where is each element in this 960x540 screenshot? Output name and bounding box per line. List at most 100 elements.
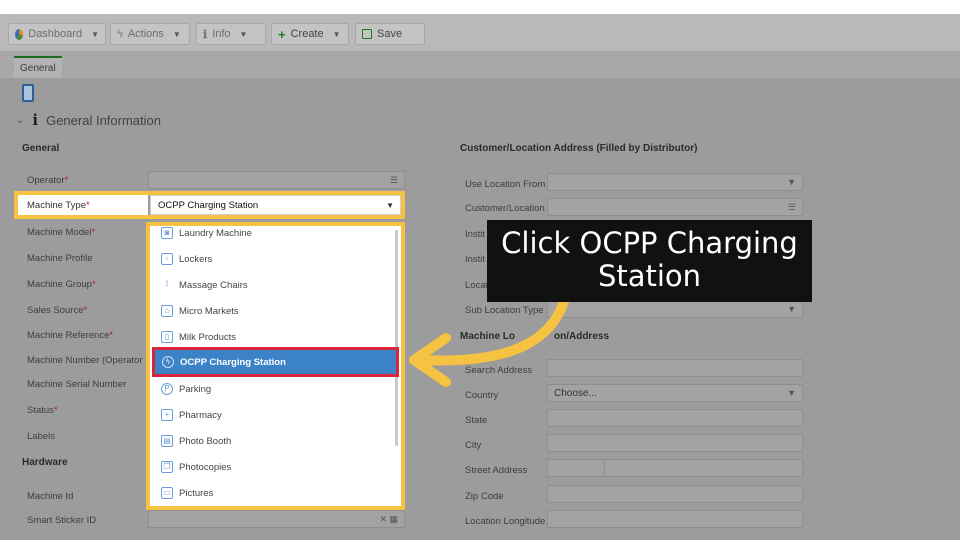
chevron-down-icon: ⌄ [16, 114, 25, 126]
machine-device-icon [22, 84, 34, 102]
sub-location-type-select[interactable]: ▼ [547, 300, 803, 318]
section-header[interactable]: ⌄ i General Information [16, 111, 161, 129]
actions-label: Actions [127, 28, 164, 40]
info-icon: i [32, 111, 39, 129]
street-address-input[interactable] [604, 459, 803, 477]
washing-machine-icon: ◙ [161, 227, 173, 239]
institution-type-label: Instit [465, 254, 486, 265]
option-label: Photocopies [179, 461, 232, 473]
machine-type-label: Machine Type * [18, 195, 148, 215]
use-location-from-select[interactable]: ▼ [547, 173, 803, 191]
state-input[interactable] [547, 409, 803, 427]
option-lockers[interactable]: ▫ Lockers [154, 246, 397, 272]
picture-icon: ▭ [161, 487, 173, 499]
option-ocpp-charging-station[interactable]: ϟ OCPP Charging Station [152, 347, 399, 377]
tab-bar: General [0, 52, 960, 78]
lightning-icon: ϟ [117, 28, 123, 40]
top-strip [0, 0, 960, 14]
option-label: Pharmacy [179, 409, 222, 421]
customer-location-heading: Customer/Location Address (Filled by Dis… [460, 143, 698, 154]
create-label: Create [290, 28, 324, 40]
option-label: Pictures [179, 487, 214, 499]
chair-icon: ⟟ [165, 279, 169, 288]
option-pharmacy[interactable]: + Pharmacy [154, 402, 397, 428]
film-icon: ▤ [161, 435, 173, 447]
city-input[interactable] [547, 434, 803, 452]
chevron-down-icon: ▼ [239, 29, 248, 39]
option-label: Massage Chairs [179, 279, 248, 291]
chevron-down-icon: ▼ [172, 29, 181, 39]
customer-location-input[interactable]: ☰ [547, 198, 803, 216]
machine-group-label: Machine Group* [27, 279, 96, 290]
clear-and-qr-icon: ✕ ▦ [379, 513, 398, 524]
machine-type-select[interactable]: OCPP Charging Station ▼ [150, 195, 401, 215]
plus-icon: + [278, 26, 286, 42]
chevron-down-icon: ▼ [787, 177, 796, 187]
machine-id-label: Machine Id [27, 491, 74, 502]
pharmacy-icon: + [161, 409, 173, 421]
hardware-heading: Hardware [22, 457, 68, 468]
status-label: Status* [27, 405, 58, 416]
location-longitude-input[interactable] [547, 510, 803, 528]
machine-reference-label: Machine Reference* [27, 330, 114, 341]
machine-number-label: Machine Number (Operator [27, 355, 143, 366]
actions-button[interactable]: ϟ Actions ▼ [110, 23, 190, 45]
callout-line-1: Click OCPP Charging [501, 226, 798, 260]
option-massage-chairs[interactable]: ⟟ Massage Chairs [154, 272, 397, 298]
section-title: General Information [46, 112, 161, 128]
instruction-callout: Click OCPP Charging Station [487, 220, 812, 302]
customer-location-label: Customer/Location [465, 203, 545, 214]
chevron-down-icon: ▼ [787, 388, 796, 398]
info-icon: ℹ [203, 28, 208, 41]
option-photocopies[interactable]: ❐ Photocopies [154, 454, 397, 480]
labels-label: Labels [27, 431, 55, 442]
search-address-input[interactable] [547, 359, 803, 377]
general-heading: General [22, 143, 60, 154]
zip-code-label: Zip Code [465, 491, 504, 502]
save-button[interactable]: Save [355, 23, 425, 45]
chevron-down-icon: ▼ [386, 200, 394, 210]
option-label: Milk Products [179, 331, 237, 343]
shop-icon: ⌂ [161, 305, 173, 317]
info-button[interactable]: ℹ Info ▼ [196, 23, 266, 45]
copies-icon: ❐ [161, 461, 173, 473]
option-label: Parking [179, 383, 212, 395]
option-label: Lockers [179, 253, 213, 265]
operator-label: Operator* [27, 175, 69, 186]
floppy-disk-icon [362, 29, 372, 39]
machine-profile-label: Machine Profile [27, 253, 93, 264]
zip-code-input[interactable] [547, 485, 803, 503]
create-button[interactable]: + Create ▼ [271, 23, 349, 45]
option-parking[interactable]: P Parking [154, 376, 397, 402]
info-label: Info [212, 28, 231, 40]
charging-station-icon: ϟ [162, 356, 174, 368]
tab-general-label: General [20, 62, 56, 74]
location-longitude-label: Location Longitude [465, 516, 546, 527]
smart-sticker-input[interactable]: ✕ ▦ [148, 510, 405, 528]
option-label: Photo Booth [179, 435, 232, 447]
option-micro-markets[interactable]: ⌂ Micro Markets [154, 298, 397, 324]
parking-pin-icon: P [161, 383, 173, 395]
machine-model-label: Machine Model* [27, 227, 96, 238]
machine-type-value: OCPP Charging Station [158, 199, 259, 211]
option-label: Micro Markets [179, 305, 239, 317]
city-label: City [465, 440, 482, 451]
operator-input[interactable]: ☰ [148, 171, 405, 189]
list-icon: ☰ [787, 201, 796, 212]
option-pictures[interactable]: ▭ Pictures [154, 480, 397, 506]
save-label: Save [377, 28, 403, 40]
dashboard-icon [15, 28, 24, 40]
state-label: State [465, 415, 488, 426]
street-address-label: Street Address [465, 465, 528, 476]
street-number-input[interactable] [547, 459, 605, 477]
option-label: OCPP Charging Station [180, 356, 286, 368]
tab-general[interactable]: General [14, 56, 62, 78]
country-select[interactable]: Choose... ▼ [547, 384, 803, 402]
option-photo-booth[interactable]: ▤ Photo Booth [154, 428, 397, 454]
machine-type-dropdown: ◙ Laundry Machine ▫ Lockers ⟟ Massage Chair… [146, 222, 405, 510]
chevron-down-icon: ▼ [332, 29, 341, 39]
dashboard-button[interactable]: Dashboard ▼ [8, 23, 106, 45]
use-location-from-label: Use Location From [465, 179, 546, 190]
option-laundry-machine[interactable]: ◙ Laundry Machine [154, 226, 397, 246]
option-label: Laundry Machine [179, 227, 252, 239]
